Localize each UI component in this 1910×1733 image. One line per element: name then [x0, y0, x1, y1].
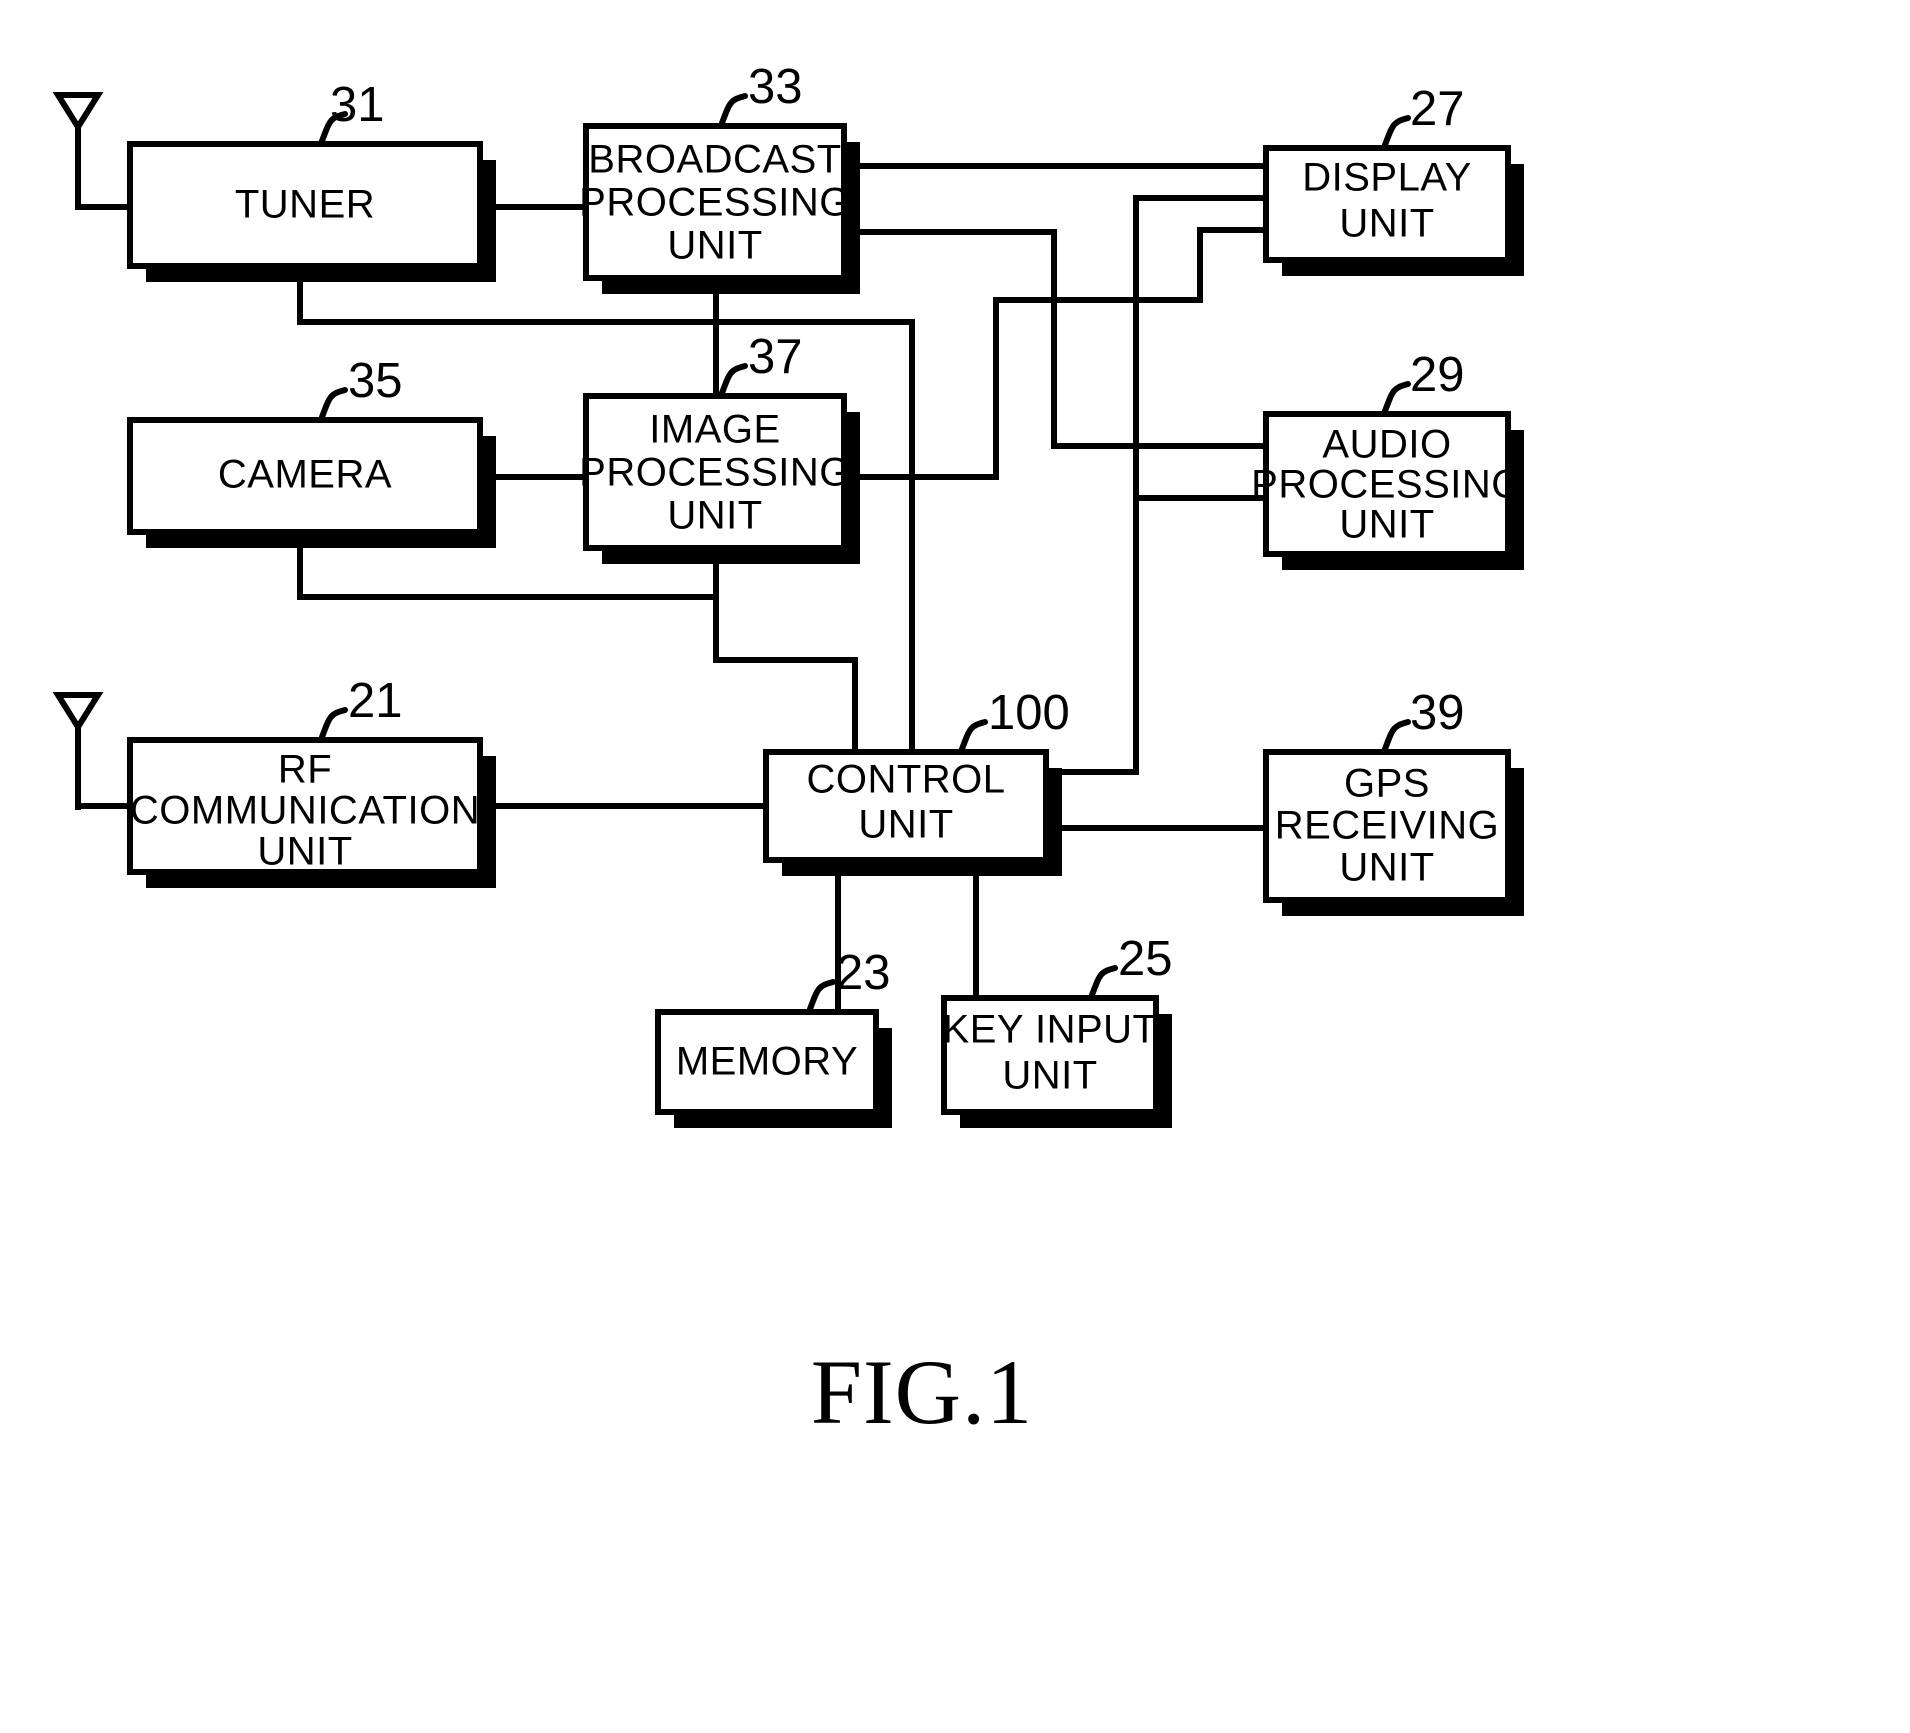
control-label-line2: UNIT — [858, 803, 953, 847]
control-ref-number: 100 — [988, 686, 1070, 740]
keyinput-ref-number: 25 — [1118, 932, 1173, 986]
keyinput-leader-line — [1089, 965, 1118, 998]
block-image-processing-unit[interactable]: IMAGE PROCESSING UNIT 37 — [579, 330, 860, 564]
audio-leader-line — [1382, 381, 1411, 414]
gps-label-line2: RECEIVING — [1275, 804, 1500, 848]
wire-control-to-display — [1046, 195, 1266, 775]
broadcast-label-line1: BROADCAST — [588, 138, 841, 182]
block-gps-receiving-unit[interactable]: GPS RECEIVING UNIT 39 — [1263, 686, 1524, 916]
wire-antenna-to-rf — [75, 750, 133, 809]
rf-leader-line — [319, 707, 348, 740]
block-audio-processing-unit[interactable]: AUDIO PROCESSING UNIT 29 — [1251, 348, 1524, 570]
audio-label-line1: AUDIO — [1322, 423, 1451, 467]
wire-control-to-audio — [1046, 495, 1266, 775]
rf-label-line2: COMMUNICATION — [130, 789, 480, 833]
gps-label-line3: UNIT — [1339, 846, 1434, 890]
display-label-line2: UNIT — [1339, 202, 1434, 246]
display-label-line1: DISPLAY — [1302, 156, 1472, 200]
tuner-ref-number: 31 — [330, 78, 385, 132]
tuner-label: TUNER — [235, 183, 375, 227]
broadcast-leader-line — [719, 93, 748, 126]
gps-ref-number: 39 — [1410, 686, 1465, 740]
block-camera[interactable]: CAMERA 35 — [127, 354, 496, 548]
rf-ref-number: 21 — [348, 674, 403, 728]
image-ref-number: 37 — [748, 330, 803, 384]
memory-label: MEMORY — [676, 1040, 858, 1084]
figure-caption: FIG.1 — [811, 1341, 1033, 1443]
control-leader-line — [959, 719, 988, 752]
wire-antenna-to-tuner — [75, 150, 133, 210]
camera-ref-number: 35 — [348, 354, 403, 408]
control-label-line1: CONTROL — [806, 758, 1005, 802]
block-broadcast-processing-unit[interactable]: BROADCAST PROCESSING UNIT 33 — [579, 60, 860, 294]
antenna-group — [52, 92, 104, 810]
audio-label-line3: UNIT — [1339, 503, 1434, 547]
rf-antenna-icon — [52, 692, 104, 810]
block-tuner[interactable]: TUNER 31 — [127, 78, 496, 282]
broadcast-antenna-icon — [52, 92, 104, 210]
image-leader-line — [719, 363, 748, 396]
audio-label-line2: PROCESSING — [1251, 463, 1523, 507]
audio-ref-number: 29 — [1410, 348, 1465, 402]
broadcast-label-line3: UNIT — [667, 224, 762, 268]
rf-label-line1: RF — [278, 748, 332, 792]
keyinput-label-line1: KEY INPUT — [943, 1008, 1158, 1052]
patent-figure: TUNER 31 BROADCAST PROCESSING UNIT 33 DI… — [0, 0, 1910, 1733]
broadcast-ref-number: 33 — [748, 60, 803, 114]
block-control-unit[interactable]: CONTROL UNIT 100 — [763, 686, 1070, 876]
display-leader-line — [1382, 115, 1411, 148]
block-rf-communication-unit[interactable]: RF COMMUNICATION UNIT 21 — [127, 674, 496, 888]
display-ref-number: 27 — [1410, 82, 1465, 136]
broadcast-label-line2: PROCESSING — [579, 181, 851, 225]
block-memory[interactable]: MEMORY 23 — [655, 946, 892, 1128]
image-label-line3: UNIT — [667, 494, 762, 538]
gps-leader-line — [1382, 719, 1411, 752]
memory-ref-number: 23 — [836, 946, 891, 1000]
camera-leader-line — [319, 387, 348, 420]
image-label-line1: IMAGE — [649, 408, 780, 452]
keyinput-label-line2: UNIT — [1002, 1054, 1097, 1098]
memory-leader-line — [807, 979, 836, 1012]
gps-label-line1: GPS — [1344, 762, 1430, 806]
camera-label: CAMERA — [218, 453, 392, 497]
rf-label-line3: UNIT — [257, 830, 352, 874]
block-diagram-canvas: TUNER 31 BROADCAST PROCESSING UNIT 33 DI… — [52, 60, 1524, 1443]
block-display-unit[interactable]: DISPLAY UNIT 27 — [1263, 82, 1524, 276]
image-label-line2: PROCESSING — [579, 451, 851, 495]
